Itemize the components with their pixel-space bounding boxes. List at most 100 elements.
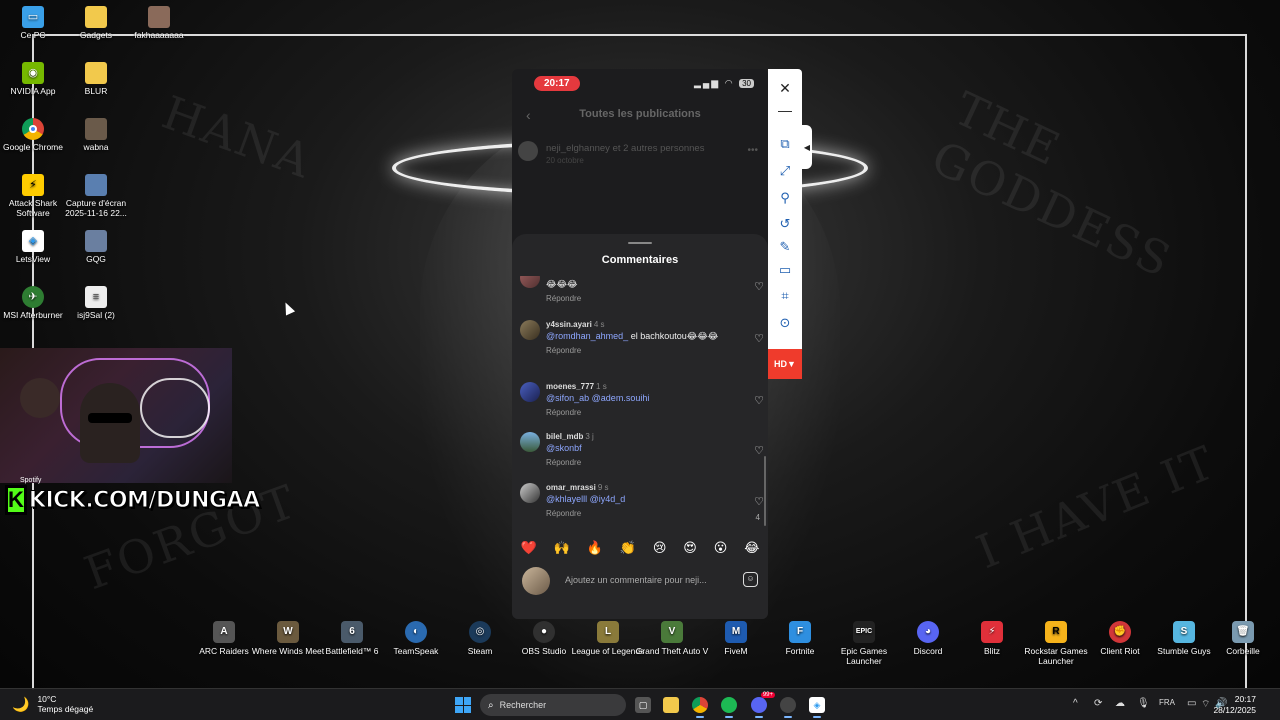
comment-username[interactable]: moenes_777 — [546, 382, 594, 391]
screen-toggle-icon[interactable]: ▭ — [768, 259, 802, 281]
post-avatar[interactable] — [518, 141, 538, 161]
desktop-icon-client-riot[interactable]: ✊ Client Riot — [1083, 621, 1157, 656]
sticker-icon[interactable]: ☺ — [743, 572, 758, 587]
like-heart-icon[interactable]: ♡ — [754, 444, 764, 457]
reply-button[interactable]: Répondre — [546, 458, 742, 467]
obs-taskbar-icon[interactable] — [780, 697, 796, 718]
comment-input[interactable]: Ajoutez un commentaire pour neji... — [565, 575, 707, 585]
desktop-icon-letsview[interactable]: ◈ LetsView — [0, 230, 66, 264]
comment-mention[interactable]: @sifon_ab @adem.souihi — [546, 393, 649, 403]
folder-icon — [85, 62, 107, 84]
start-button[interactable] — [455, 697, 471, 713]
comment-mention[interactable]: @skonbf — [546, 443, 582, 453]
desktop-icon-epic-games[interactable]: EPIC Epic Games Launcher — [827, 621, 901, 666]
minimize-icon[interactable]: — — [768, 99, 802, 121]
rotate-icon[interactable]: ↺ — [768, 213, 802, 235]
emoji-cry[interactable]: 😢 — [653, 540, 667, 556]
pen-icon[interactable]: ✎ — [768, 236, 802, 258]
desktop-icon-msi-afterburner[interactable]: ✈ MSI Afterburner — [0, 286, 66, 320]
emoji-laugh[interactable]: 😂 — [744, 540, 759, 556]
discord-taskbar-icon[interactable]: 99+ — [751, 692, 775, 718]
language-indicator[interactable]: FRA — [1159, 698, 1175, 707]
fullscreen-icon[interactable]: ⤢ — [768, 160, 802, 182]
microphone-icon[interactable]: 🎙 — [1137, 698, 1150, 709]
desktop-icon-where-winds-meet[interactable]: W Where Winds Meet — [251, 621, 325, 656]
taskbar-clock[interactable]: 20:17 28/12/2025 — [1213, 694, 1256, 716]
task-view-icon[interactable]: ▢ — [635, 697, 651, 713]
spotify-icon[interactable] — [721, 697, 737, 718]
desktop-icon-google-chrome[interactable]: Google Chrome — [0, 118, 66, 152]
desktop-icon-gqg[interactable]: GQG — [63, 230, 129, 264]
comment-username[interactable]: bilel_mdb — [546, 432, 583, 441]
emoji-heart[interactable]: ❤️ — [520, 540, 536, 556]
emoji-clap[interactable]: 👏 — [620, 540, 636, 556]
reply-button[interactable]: Répondre — [546, 408, 742, 417]
screen-mirror-icon[interactable]: ⧉ — [768, 133, 802, 155]
comment-username[interactable]: y4ssin.ayari — [546, 320, 592, 329]
desktop-icon-steam[interactable]: ◎ Steam — [443, 621, 517, 656]
commenter-avatar[interactable] — [520, 483, 540, 503]
cloud-icon[interactable]: ☁ — [1115, 698, 1125, 709]
record-icon[interactable]: ⊙ — [768, 312, 802, 334]
desktop-icon-blitz[interactable]: ⚡ Blitz — [955, 621, 1029, 656]
desktop-icon-wabna[interactable]: wabna — [63, 118, 129, 152]
like-heart-icon[interactable]: ♡ — [754, 332, 764, 345]
more-options-icon[interactable]: ••• — [747, 145, 758, 156]
emoji-heart-eyes[interactable]: 😍 — [683, 540, 697, 556]
taskbar-search[interactable]: ⌕ Rechercher — [480, 694, 626, 716]
desktop-icon-discord[interactable]: ◕ Discord — [891, 621, 965, 656]
like-heart-icon[interactable]: ♡ — [754, 394, 764, 407]
desktop-icon-league-of-legends[interactable]: L League of Legends — [571, 621, 645, 656]
desktop-icon-arc-raiders[interactable]: A ARC Raiders — [187, 621, 261, 656]
comments-list[interactable]: hemsra1235 s 😂😂😂 Répondre ♡ y4ssin.ayari… — [512, 276, 768, 531]
file-explorer-icon[interactable] — [663, 697, 679, 713]
hd-quality-button[interactable]: HD▼ — [768, 349, 802, 379]
weather-widget[interactable]: 🌙 10°C Temps dégagé — [12, 694, 93, 714]
reply-button[interactable]: Répondre — [546, 346, 742, 355]
chevron-up-icon[interactable]: ^ — [1073, 698, 1078, 709]
emoji-raised-hands[interactable]: 🙌 — [554, 540, 570, 556]
desktop-icon-gadgets[interactable]: Gadgets — [63, 6, 129, 40]
post-author[interactable]: neji_elghanney — [546, 143, 610, 154]
comment-mention[interactable]: @khlayelll @iy4d_d — [546, 494, 625, 504]
desktop-icon-gta-v[interactable]: V Grand Theft Auto V — [635, 621, 709, 656]
display-icon[interactable]: ▭ — [1187, 698, 1196, 709]
desktop-icon-obs-studio[interactable]: ● OBS Studio — [507, 621, 581, 656]
desktop-icon-isj9sal[interactable]: ≡ isj9Sal (2) — [63, 286, 129, 320]
like-heart-icon[interactable]: ♡ — [754, 495, 764, 508]
crop-icon[interactable]: ⌗ — [768, 285, 802, 307]
desktop-icon-blur[interactable]: BLUR — [63, 62, 129, 96]
desktop-icon-ce-pc[interactable]: ▭ Ce PC — [0, 6, 66, 40]
commenter-avatar[interactable] — [520, 320, 540, 340]
network-icon[interactable]: ⌔ — [1201, 698, 1210, 711]
comment-mention[interactable]: @romdhan_ahmed_ — [546, 331, 628, 341]
desktop-icon-capture[interactable]: Capture d'écran 2025-11-16 22... — [63, 174, 129, 218]
comment-username[interactable]: hemsra123 — [546, 276, 588, 277]
desktop-icon-battlefield[interactable]: 6 Battlefield™ 6 — [315, 621, 389, 656]
comments-scrollbar[interactable] — [764, 456, 766, 526]
reply-button[interactable]: Répondre — [546, 294, 742, 303]
collapse-toolbar-icon[interactable]: ◀ — [802, 125, 812, 169]
letsview-taskbar-icon[interactable]: ◈ — [809, 697, 825, 718]
desktop-icon-fortnite[interactable]: F Fortnite — [763, 621, 837, 656]
emoji-fire[interactable]: 🔥 — [587, 540, 603, 556]
chrome-taskbar-icon[interactable] — [692, 697, 708, 718]
reply-button[interactable]: Répondre — [546, 509, 742, 518]
desktop-icon-fakhaaaaaaa[interactable]: fakhaaaaaaa — [126, 6, 192, 40]
sheet-grab-handle[interactable] — [628, 242, 652, 244]
commenter-avatar[interactable] — [520, 382, 540, 402]
emoji-surprised[interactable]: 😮 — [714, 540, 728, 556]
desktop-icon-nvidia-app[interactable]: ◉ NVIDIA App — [0, 62, 66, 96]
pin-icon[interactable]: ⚲ — [768, 187, 802, 209]
desktop-icon-corbeille[interactable]: 🗑 Corbeille — [1206, 621, 1280, 656]
sync-icon[interactable]: ⟳ — [1094, 698, 1102, 709]
desktop-icon-teamspeak[interactable]: ◐ TeamSpeak — [379, 621, 453, 656]
like-heart-icon[interactable]: ♡ — [754, 280, 764, 293]
comment-username[interactable]: omar_mrassi — [546, 483, 596, 492]
commenter-avatar[interactable] — [520, 432, 540, 452]
close-icon[interactable]: ✕ — [768, 77, 802, 99]
desktop-icon-attack-shark[interactable]: ⚡ Attack Shark Software — [0, 174, 66, 218]
desktop-icon-fivem[interactable]: M FiveM — [699, 621, 773, 656]
desktop-icon-rockstar[interactable]: R Rockstar Games Launcher — [1019, 621, 1093, 666]
commenter-avatar[interactable] — [520, 276, 540, 288]
